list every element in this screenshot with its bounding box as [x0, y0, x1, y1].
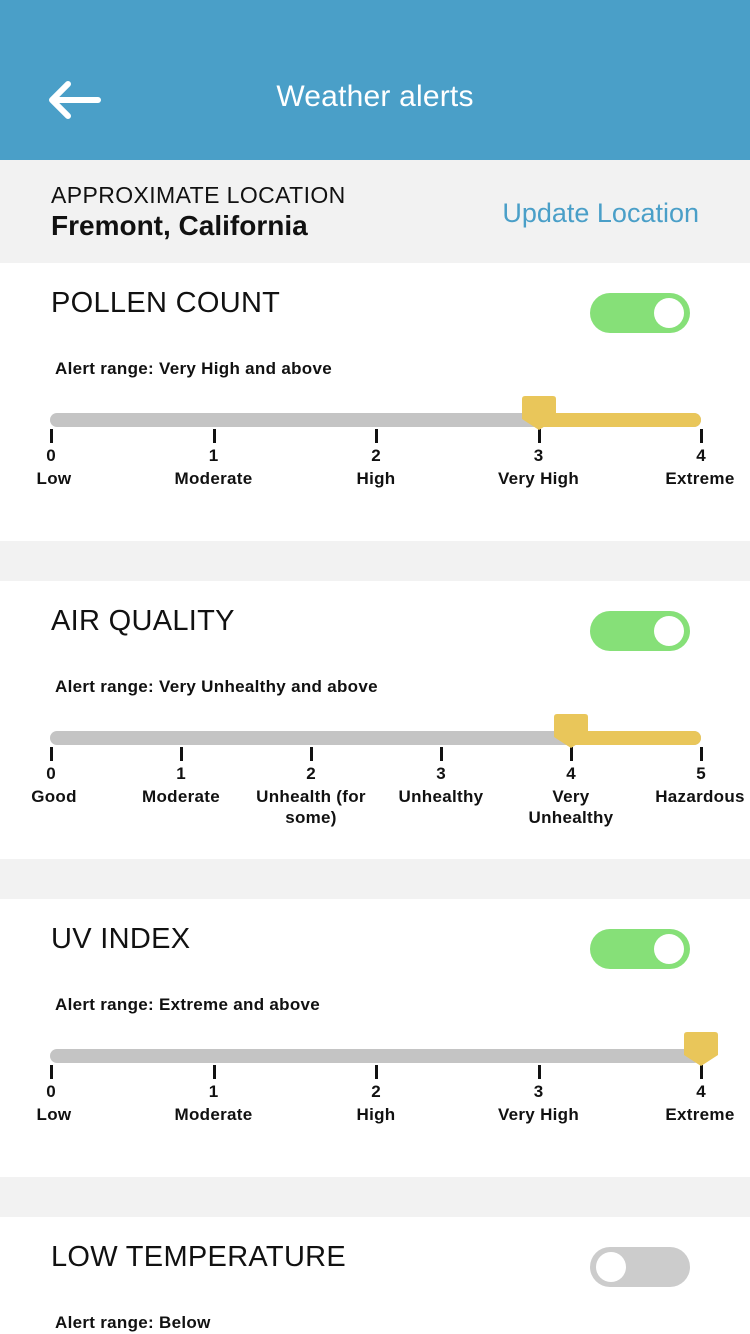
slider-tick-label: Unhealthy: [398, 787, 484, 806]
slider-active-range: [571, 731, 701, 745]
location-bar: APPROXIMATE LOCATION Fremont, California…: [0, 160, 750, 263]
slider-tick-number: 3: [533, 446, 544, 465]
slider-tick: [700, 1065, 703, 1079]
alert-card-uv-index: UV INDEX Alert range: Extreme and above …: [0, 899, 750, 1177]
slider-tick-label: Very High: [497, 469, 580, 488]
slider-tick-number: 4: [566, 764, 576, 783]
slider-tick-label: Very High: [497, 1105, 580, 1124]
slider-thumb[interactable]: [553, 713, 589, 749]
slider-tick: [537, 1065, 541, 1079]
slider-tick: [212, 1065, 216, 1079]
slider-tick: [50, 1065, 53, 1079]
slider-tick: [50, 429, 53, 443]
slider-tick: [440, 747, 443, 761]
slider-tick: [700, 429, 703, 443]
slider-thumb[interactable]: [683, 1031, 719, 1067]
alert-title: LOW TEMPERATURE: [51, 1241, 347, 1273]
slider-tick-label: Moderate: [174, 469, 253, 488]
slider-tick-label: Very Unhealthy: [528, 787, 614, 827]
slider-tick: [180, 747, 183, 761]
slider-tick-label: High: [356, 1105, 396, 1124]
toggle-knob: [654, 934, 684, 964]
page-title: Weather alerts: [276, 80, 474, 113]
alert-title: AIR QUALITY: [51, 605, 235, 637]
slider-tick-label: Hazardous: [655, 787, 745, 806]
alert-card-low-temperature: LOW TEMPERATURE Alert range: Below: [0, 1217, 750, 1334]
slider-tick: [375, 429, 378, 443]
slider-thumb[interactable]: [521, 395, 557, 431]
slider-tick-label: Extreme: [665, 469, 735, 488]
alert-card-pollen: POLLEN COUNT Alert range: Very High and …: [0, 263, 750, 541]
toggle-knob: [596, 1252, 626, 1282]
alert-range-text: Alert range: Below: [55, 1313, 211, 1332]
slider-tick-number: 2: [371, 446, 381, 465]
app-header: Weather alerts: [0, 0, 750, 160]
slider-tick-number: 0: [46, 764, 56, 783]
location-city: Fremont, California: [51, 210, 308, 241]
slider-tick-number: 1: [208, 1082, 219, 1101]
slider-tick-number: 5: [696, 764, 706, 783]
slider-tick-label: Extreme: [665, 1105, 735, 1124]
slider-tick: [700, 747, 703, 761]
slider-tick-label: Low: [36, 469, 72, 488]
slider-tick-number: 0: [46, 446, 56, 465]
alert-range-text: Alert range: Very Unhealthy and above: [55, 677, 378, 696]
slider-track[interactable]: [50, 1049, 701, 1063]
slider-tick: [375, 1065, 378, 1079]
slider-tick-label: Moderate: [174, 1105, 253, 1124]
slider-tick-label: Good: [31, 787, 77, 806]
slider-tick: [310, 747, 313, 761]
slider-tick-label: Moderate: [142, 787, 220, 806]
slider-tick-label: Low: [36, 1105, 72, 1124]
alert-slider-pollen[interactable]: 0 Low 1 Moderate 2 High 3 Very High 4 Extreme: [0, 383, 750, 523]
alert-slider-uv-index[interactable]: 0 Low 1 Moderate 2 High 3 Very High 4 Extreme: [0, 1019, 750, 1159]
slider-tick-number: 3: [533, 1082, 544, 1101]
slider-tick-label: Unhealth (for some): [256, 787, 366, 827]
slider-tick: [50, 747, 53, 761]
slider-tick-number: 3: [436, 764, 446, 783]
toggle-knob: [654, 298, 684, 328]
alert-toggle-pollen[interactable]: [590, 293, 690, 333]
alert-range-text: Alert range: Very High and above: [55, 359, 332, 378]
alert-slider-air-quality[interactable]: 0 Good 1 Moderate 2 Unhealth (for some) 3 Unhea…: [0, 701, 750, 841]
slider-tick-number: 2: [371, 1082, 381, 1101]
location-caption: APPROXIMATE LOCATION: [51, 182, 346, 208]
slider-active-range: [538, 413, 701, 427]
update-location-link[interactable]: Update Location: [502, 198, 699, 229]
slider-tick-number: 2: [306, 764, 316, 783]
alert-card-air-quality: AIR QUALITY Alert range: Very Unhealthy …: [0, 581, 750, 859]
alert-toggle-low-temperature[interactable]: [590, 1247, 690, 1287]
slider-tick-number: 1: [176, 764, 186, 783]
slider-tick-number: 4: [696, 1082, 706, 1101]
alert-range-text: Alert range: Extreme and above: [55, 995, 321, 1014]
alert-title: POLLEN COUNT: [51, 287, 281, 319]
alert-toggle-uv-index[interactable]: [590, 929, 690, 969]
slider-tick-number: 4: [696, 446, 706, 465]
slider-tick-number: 0: [46, 1082, 56, 1101]
slider-tick-number: 1: [208, 446, 219, 465]
toggle-knob: [654, 616, 684, 646]
slider-tick: [212, 429, 216, 443]
slider-tick: [537, 429, 541, 443]
slider-tick-label: High: [356, 469, 396, 488]
slider-tick: [570, 747, 573, 761]
alert-toggle-air-quality[interactable]: [590, 611, 690, 651]
alert-title: UV INDEX: [51, 923, 191, 955]
